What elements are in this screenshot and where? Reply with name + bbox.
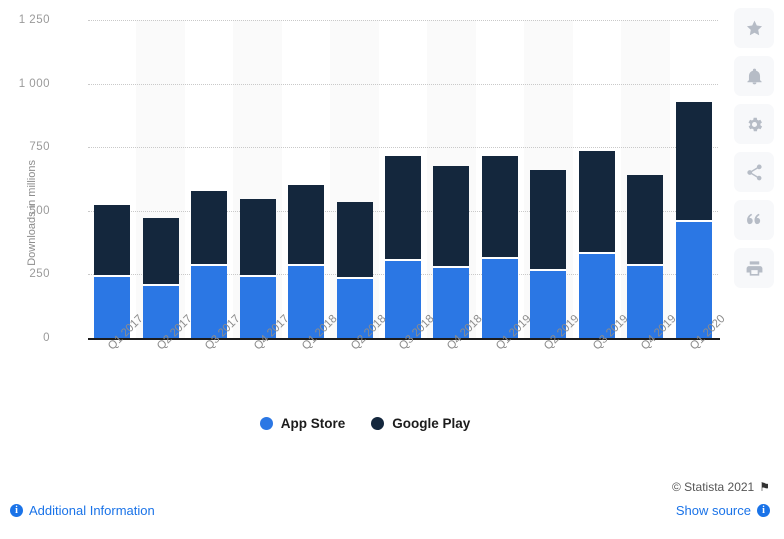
bar-segment-google-play[interactable] <box>675 101 712 220</box>
bar-group[interactable] <box>481 156 518 338</box>
bar-group[interactable] <box>675 101 712 338</box>
copyright: © Statista 2021 ⚑ <box>672 480 770 494</box>
legend-item[interactable]: App Store <box>259 416 346 431</box>
bar-group[interactable] <box>385 156 421 338</box>
bar-group[interactable] <box>94 205 131 338</box>
y-axis-tick: 1 000 <box>18 77 50 90</box>
bar-segment-google-play[interactable] <box>578 151 615 252</box>
gridline <box>88 147 718 149</box>
bar-group[interactable] <box>142 218 179 338</box>
bar-group[interactable] <box>627 175 664 338</box>
gear-icon[interactable] <box>734 104 774 144</box>
bar-group[interactable] <box>239 199 276 338</box>
bar-group[interactable] <box>578 151 615 338</box>
bar-group[interactable] <box>530 170 567 338</box>
additional-information-link[interactable]: i Additional Information <box>10 503 155 518</box>
additional-information-label: Additional Information <box>29 503 155 518</box>
bar-segment-google-play[interactable] <box>191 191 228 265</box>
statista-chart-page: Downloads in millions 0 250 500 750 1 000 1 2… <box>0 0 784 539</box>
legend-label: Google Play <box>392 416 471 431</box>
bar-segment-google-play[interactable] <box>239 199 276 275</box>
bar-group[interactable] <box>191 191 228 338</box>
bar-segment-app-store[interactable] <box>675 219 712 338</box>
legend-label: App Store <box>280 416 346 431</box>
gridline <box>88 20 718 21</box>
chart-legend: App Store Google Play <box>0 416 730 431</box>
flag-icon: ⚑ <box>759 480 770 494</box>
bar-segment-google-play[interactable] <box>142 218 179 284</box>
y-axis-tick: 500 <box>29 204 50 217</box>
print-icon[interactable] <box>734 248 774 288</box>
bar-segment-google-play[interactable] <box>481 156 518 257</box>
y-axis-tick: 750 <box>29 141 50 154</box>
quote-icon[interactable] <box>734 200 774 240</box>
bar-segment-google-play[interactable] <box>530 170 567 270</box>
y-axis-tick: 1 250 <box>18 14 50 26</box>
y-axis-tick: 0 <box>43 332 50 344</box>
bell-icon[interactable] <box>734 56 774 96</box>
bar-segment-google-play[interactable] <box>288 184 325 265</box>
legend-item[interactable]: Google Play <box>371 416 470 431</box>
share-icon[interactable] <box>734 152 774 192</box>
chart-area: Downloads in millions 0 250 500 750 1 000 1 2… <box>0 0 730 400</box>
bar-segment-google-play[interactable] <box>385 156 421 260</box>
gridline <box>88 83 718 85</box>
bar-segment-google-play[interactable] <box>627 175 664 265</box>
y-axis-tick: 250 <box>29 268 50 281</box>
plot-area <box>88 20 718 338</box>
info-icon: i <box>757 504 770 517</box>
copyright-text: © Statista 2021 <box>672 480 755 494</box>
bar-segment-google-play[interactable] <box>433 165 470 266</box>
star-icon[interactable] <box>734 8 774 48</box>
show-source-link[interactable]: Show source i <box>676 503 770 518</box>
icon-rail <box>734 8 778 288</box>
info-icon: i <box>10 504 23 517</box>
show-source-label: Show source <box>675 503 751 518</box>
bar-group[interactable] <box>433 165 470 338</box>
bar-segment-google-play[interactable] <box>94 205 131 275</box>
bar-group[interactable] <box>288 184 325 338</box>
bar-group[interactable] <box>336 201 373 338</box>
bar-segment-google-play[interactable] <box>336 201 373 277</box>
legend-color-swatch <box>371 417 385 430</box>
legend-color-swatch <box>259 417 273 430</box>
